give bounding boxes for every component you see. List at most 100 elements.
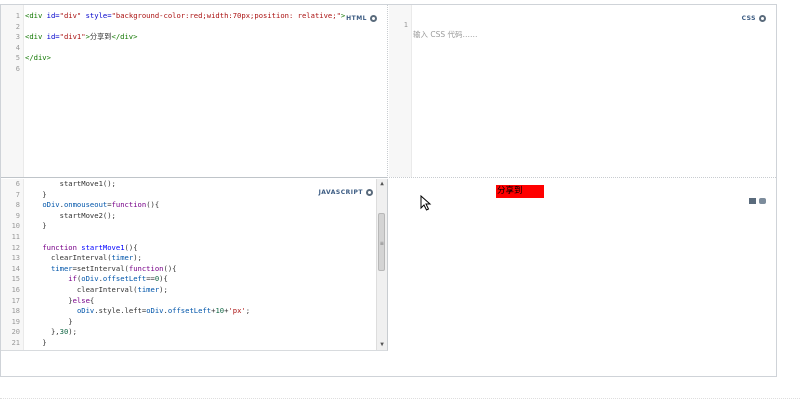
code-token: } [25, 189, 47, 199]
code-token: timer [50, 263, 73, 273]
code-text[interactable]: }else{ [25, 296, 94, 307]
code-token: } [25, 316, 73, 326]
js-label-text: JAVASCRIPT [318, 189, 363, 196]
code-token: ){ [159, 274, 168, 284]
line-number: 16 [11, 286, 20, 294]
code-token: =setInterval( [72, 263, 129, 273]
code-text[interactable]: clearInterval(timer); [25, 285, 168, 296]
css-editor-pane[interactable]: 1 输入 CSS 代码…… CSS [389, 5, 776, 178]
code-token: startMove2(); [25, 210, 116, 220]
js-scrollbar[interactable]: ▲ ≡ ▼ [376, 179, 387, 350]
code-token: ); [68, 327, 77, 337]
line-number: 20 [11, 328, 20, 337]
code-text[interactable]: } [25, 338, 46, 349]
line-number: 2 [15, 22, 20, 31]
code-text[interactable]: <div id="div" style="background-color:re… [25, 11, 345, 22]
line-number: 12 [11, 243, 20, 252]
scroll-down-icon[interactable]: ▼ [377, 340, 387, 350]
code-token: clearInterval( [25, 253, 112, 263]
code-token: oDiv [146, 306, 164, 316]
code-token: oDiv [76, 306, 95, 316]
code-text[interactable]: startMove1(); [25, 179, 116, 190]
code-token: } [25, 295, 73, 305]
code-text[interactable]: if(oDiv.offsetLeft==0){ [25, 274, 168, 285]
css-placeholder[interactable]: 输入 CSS 代码…… [413, 30, 478, 41]
code-token: "div" [59, 11, 82, 20]
result-preview-pane[interactable]: 分享到 [389, 179, 776, 351]
html-editor-pane[interactable]: 1 <div id="div" style="background-color:r… [1, 5, 388, 178]
code-text[interactable]: oDiv.onmouseout=function(){ [25, 200, 159, 211]
code-token: clearInterval( [25, 285, 138, 294]
code-token: </div> [111, 32, 138, 42]
css-code-line[interactable]: 1 输入 CSS 代码…… [389, 9, 478, 40]
code-token: ); [133, 253, 142, 263]
code-token: <div [25, 32, 43, 42]
css-pane-label[interactable]: CSS [742, 15, 766, 22]
line-number: 9 [15, 211, 20, 220]
line-number: 13 [11, 254, 20, 263]
code-token: 10 [215, 306, 225, 316]
code-token: (){ [146, 200, 160, 210]
window-icon[interactable] [759, 198, 766, 204]
code-token: 30 [59, 327, 69, 337]
line-number: 6 [15, 65, 20, 73]
line-number: 15 [11, 275, 20, 284]
code-token: "background-color:red;width:70px;positio… [111, 11, 341, 20]
code-token: (){ [163, 263, 177, 273]
code-token: timer [137, 285, 160, 294]
line-number: 18 [11, 307, 20, 316]
code-token: <div [25, 11, 43, 20]
code-token: offsetLeft [167, 306, 212, 316]
code-token: else [72, 295, 90, 305]
code-text[interactable]: timer=setInterval(function(){ [25, 263, 177, 275]
code-token: 分享到 [89, 32, 112, 42]
javascript-editor-pane[interactable]: 6 startMove1(); 7 } 8 oDiv.onmouseout=func… [1, 179, 388, 351]
mouse-cursor-icon [420, 195, 432, 211]
css-settings-gear-icon[interactable] [759, 15, 766, 22]
line-number: 1 [15, 12, 20, 20]
code-token: .style.left= [94, 306, 147, 316]
html-settings-gear-icon[interactable] [370, 15, 377, 22]
code-text[interactable]: oDiv.style.left=oDiv.offsetLeft+10+'px'; [25, 306, 250, 317]
code-token: ; [245, 306, 251, 316]
share-box[interactable]: 分享到 [496, 185, 544, 198]
code-text[interactable]: } [25, 189, 47, 201]
code-text[interactable]: clearInterval(timer); [25, 253, 142, 264]
code-token: "div1" [59, 32, 86, 42]
code-token: onmouseout [63, 200, 108, 210]
code-token: timer [111, 253, 134, 263]
code-text[interactable]: <div id="div1">分享到</div> [25, 32, 137, 43]
code-text[interactable]: </div> [25, 53, 51, 64]
js-pane-label[interactable]: JAVASCRIPT [319, 189, 373, 196]
code-token: > [340, 11, 346, 20]
html-pane-label[interactable]: HTML [346, 15, 377, 22]
scroll-up-icon[interactable]: ▲ [377, 179, 387, 189]
code-token: { [89, 295, 95, 305]
code-text[interactable]: } [25, 316, 73, 328]
code-text[interactable]: function startMove1(){ [25, 242, 138, 254]
grid-icon[interactable] [749, 198, 756, 204]
line-number: 5 [15, 54, 20, 63]
code-text[interactable]: startMove2(); [25, 211, 116, 222]
code-token: startMove1 [81, 242, 125, 252]
scroll-thumb[interactable]: ≡ [378, 213, 385, 271]
line-number: 11 [11, 233, 20, 241]
code-token: startMove1(); [25, 179, 116, 188]
code-token: id= [46, 32, 60, 42]
code-token: 'px' [228, 306, 246, 316]
grip-icon: ≡ [380, 240, 384, 247]
code-token: id= [46, 11, 60, 20]
line-number: 4 [15, 43, 20, 52]
code-token: (){ [124, 242, 138, 252]
code-text[interactable]: },30); [25, 327, 77, 338]
line-number: 8 [15, 201, 20, 210]
code-text[interactable]: } [25, 221, 46, 232]
js-settings-gear-icon[interactable] [366, 189, 373, 196]
line-number: 1 [403, 20, 408, 29]
html-label-text: HTML [346, 15, 367, 22]
